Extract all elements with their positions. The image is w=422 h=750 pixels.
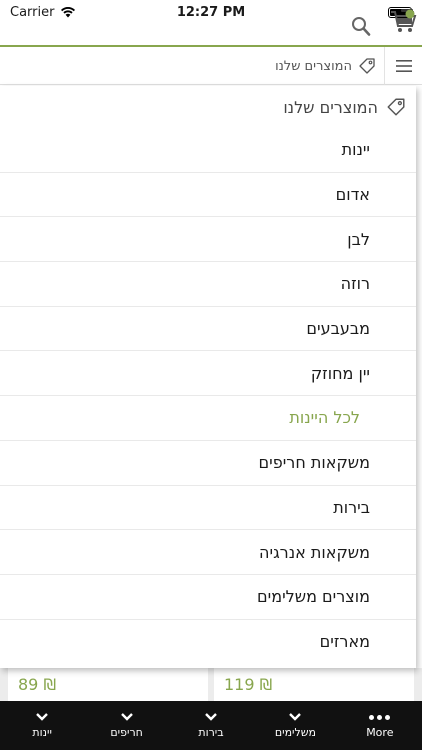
nav-label: More xyxy=(366,726,394,739)
breadcrumb-label: המוצרים שלנו xyxy=(275,58,352,74)
cart-icon[interactable] xyxy=(388,6,418,38)
menu-item-label: בירות xyxy=(333,497,370,517)
menu-button[interactable] xyxy=(384,47,422,85)
menu-item-rose[interactable]: רוזה xyxy=(0,262,416,307)
menu-item-label: יינות xyxy=(341,140,370,160)
nav-label: משלימים xyxy=(274,726,317,739)
bottom-nav: יינות חריפים בירות משלימים More xyxy=(0,701,422,750)
menu-item-sparkling[interactable]: מבעבעים xyxy=(0,307,416,352)
menu-item-label: מוצרים משלימים xyxy=(257,587,370,607)
nav-label: בירות xyxy=(198,726,224,739)
breadcrumb-link[interactable]: המוצרים שלנו xyxy=(275,47,376,85)
menu-item-all-wines[interactable]: לכל היינות xyxy=(0,396,416,441)
price-label: 89 ₪ xyxy=(18,675,56,694)
chevron-down-icon xyxy=(205,713,217,721)
dropdown-title-label: המוצרים שלנו xyxy=(283,97,378,117)
nav-label: יינות xyxy=(32,726,52,739)
more-dots-icon xyxy=(369,712,391,722)
nav-item-beers[interactable]: בירות xyxy=(169,701,253,750)
chevron-down-icon xyxy=(36,713,49,721)
nav-item-spirits[interactable]: חריפים xyxy=(84,701,168,750)
categories-dropdown: המוצרים שלנו יינות אדום לבן רוזה מבעבעים… xyxy=(0,86,416,668)
status-time: 12:27 PM xyxy=(176,4,246,20)
menu-item-white[interactable]: לבן xyxy=(0,217,416,263)
search-icon[interactable] xyxy=(350,14,372,38)
menu-item-label: לבן xyxy=(347,229,370,249)
product-card-price[interactable]: 89 ₪ xyxy=(8,668,208,701)
wifi-icon xyxy=(61,7,76,18)
tag-icon xyxy=(359,58,375,74)
menu-item-accessories[interactable]: מוצרים משלימים xyxy=(0,575,416,620)
nav-item-wines[interactable]: יינות xyxy=(0,701,84,750)
menu-item-beers[interactable]: בירות xyxy=(0,486,416,531)
dropdown-title[interactable]: המוצרים שלנו xyxy=(0,86,416,128)
menu-item-label: מבעבעים xyxy=(306,319,370,339)
tag-icon xyxy=(387,98,405,116)
carrier-label: Carrier xyxy=(10,4,55,20)
nav-item-more[interactable]: More xyxy=(338,701,422,750)
product-card-price[interactable]: 119 ₪ xyxy=(214,668,414,701)
carrier-group: Carrier xyxy=(10,5,76,20)
product-strip: 89 ₪ 119 ₪ xyxy=(0,668,422,701)
hamburger-icon xyxy=(395,60,412,72)
menu-item-label: משקאות אנרגיה xyxy=(259,542,370,562)
menu-item-spirits[interactable]: משקאות חריפים xyxy=(0,441,416,486)
app-header xyxy=(0,9,422,46)
nav-item-accessories[interactable]: משלימים xyxy=(253,701,337,750)
chevron-down-icon xyxy=(120,713,133,721)
breadcrumb: המוצרים שלנו xyxy=(0,47,422,85)
price-label: 119 ₪ xyxy=(224,675,273,694)
menu-item-wines[interactable]: יינות xyxy=(0,128,416,173)
menu-item-label: משקאות חריפים xyxy=(258,453,370,473)
menu-item-label: רוזה xyxy=(340,274,370,294)
menu-item-energy-drinks[interactable]: משקאות אנרגיה xyxy=(0,530,416,575)
menu-item-label: יין מחוזק xyxy=(310,363,370,383)
menu-item-fortified[interactable]: יין מחוזק xyxy=(0,351,416,397)
menu-item-label: לכל היינות xyxy=(289,408,360,428)
menu-item-label: אדום xyxy=(335,185,370,205)
menu-item-label: מארזים xyxy=(319,632,370,652)
chevron-down-icon xyxy=(289,713,302,721)
nav-label: חריפים xyxy=(110,726,143,739)
menu-item-gift-packs[interactable]: מארזים xyxy=(0,620,416,665)
menu-item-red[interactable]: אדום xyxy=(0,173,416,218)
